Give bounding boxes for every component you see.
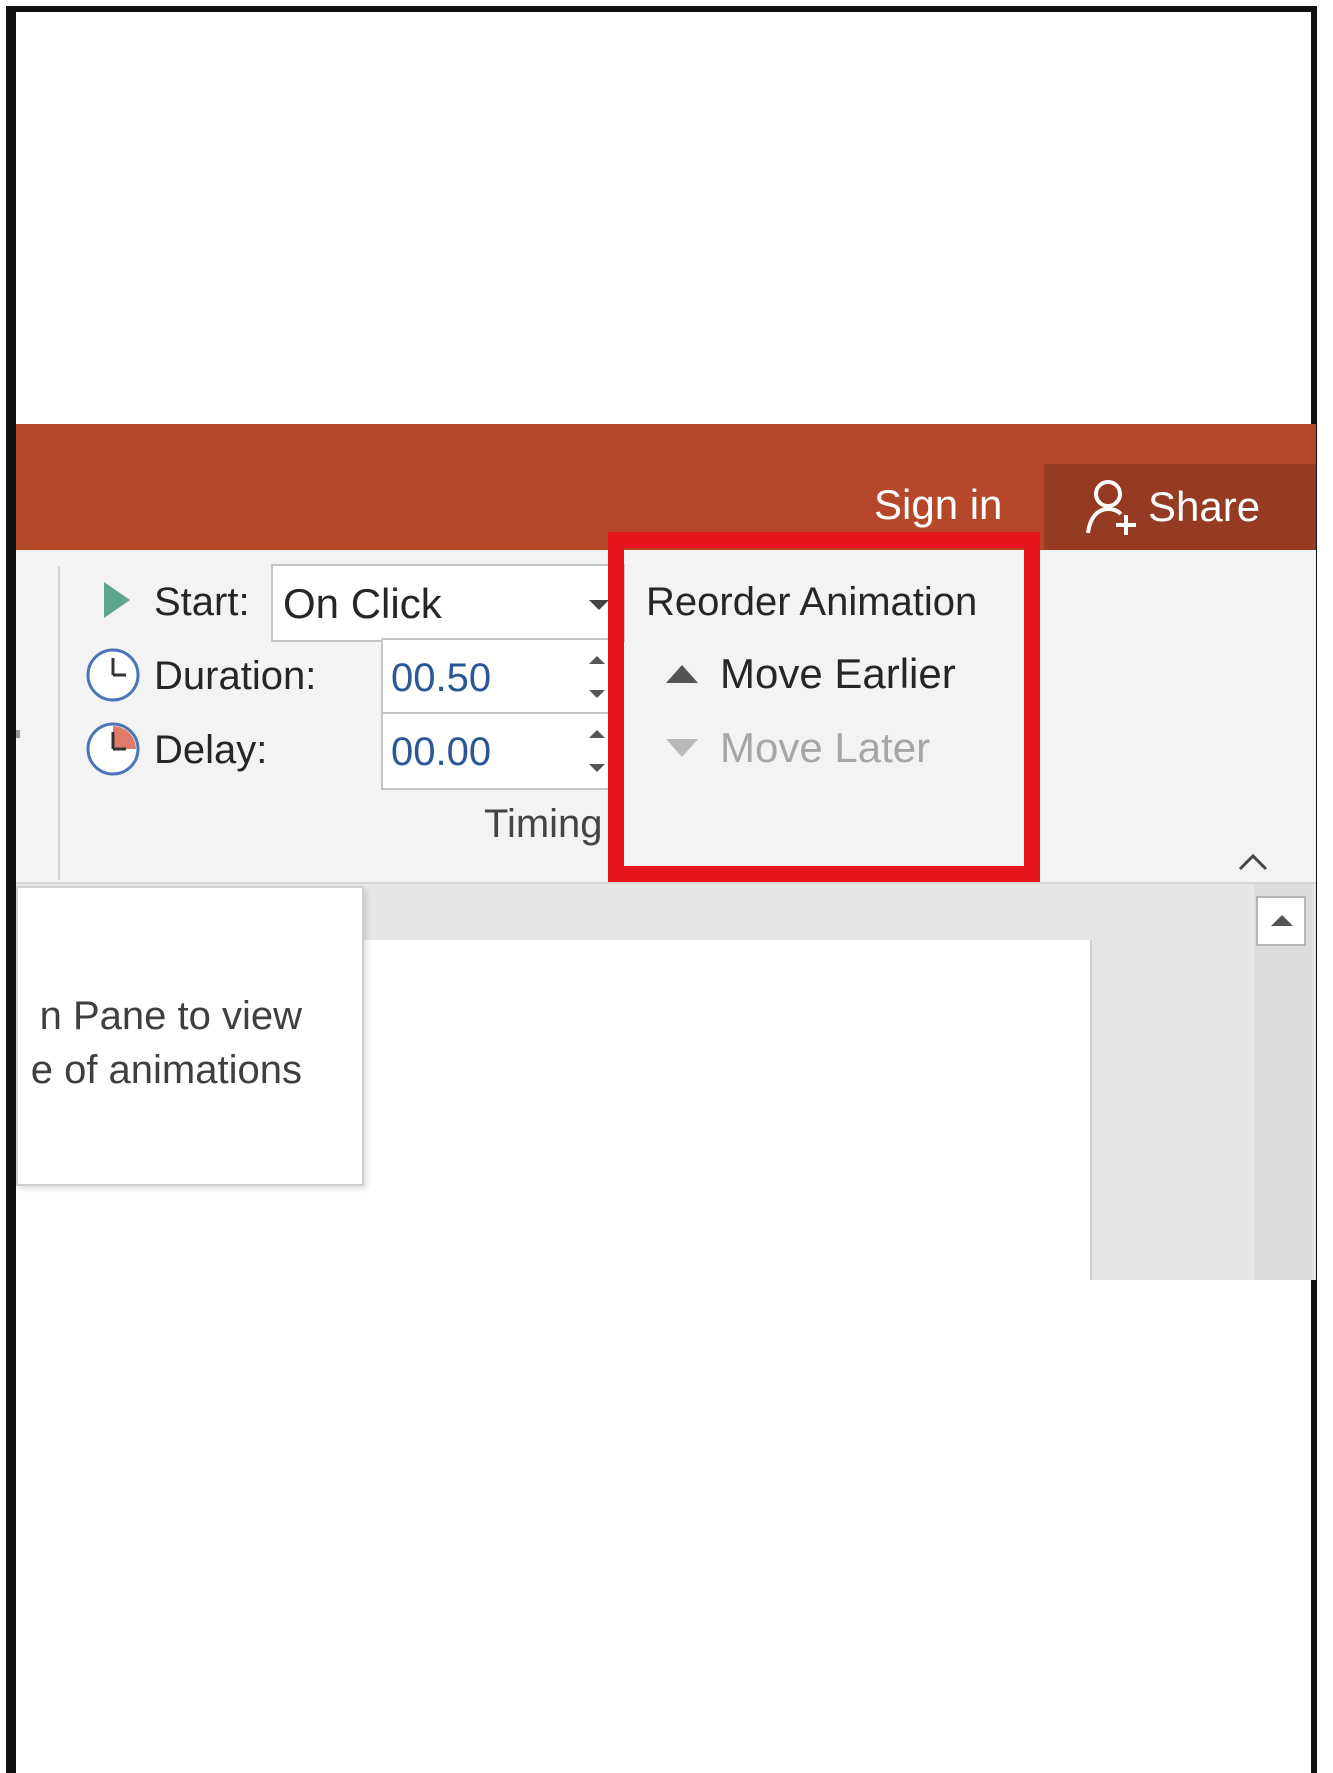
duration-increase-icon[interactable]	[589, 656, 605, 664]
ribbon-divider-tick	[16, 730, 20, 738]
scroll-up-icon	[1271, 915, 1293, 926]
delay-increase-icon[interactable]	[589, 730, 605, 738]
duration-input[interactable]	[389, 648, 563, 708]
play-icon	[104, 582, 130, 618]
start-label: Start:	[154, 580, 250, 624]
delay-label: Delay:	[154, 728, 268, 772]
tooltip-line-1: n Pane to view	[39, 994, 302, 1038]
sign-in-link[interactable]: Sign in	[874, 481, 1002, 529]
clock-icon	[86, 648, 140, 702]
tooltip-line-2: e of animations	[30, 1048, 302, 1092]
delay-clock-icon	[86, 722, 140, 776]
person-add-icon	[1086, 480, 1136, 535]
share-button[interactable]: Share	[1044, 464, 1316, 550]
slide-workspace: n Pane to view e of animations	[16, 884, 1316, 1280]
delay-spinner[interactable]	[381, 712, 621, 790]
duration-spinner[interactable]	[381, 638, 621, 716]
delay-input[interactable]	[389, 722, 563, 782]
start-dropdown[interactable]: On Click	[271, 564, 625, 642]
chevron-down-icon	[589, 600, 609, 610]
start-value: On Click	[283, 580, 442, 627]
scroll-up-button[interactable]	[1256, 896, 1306, 946]
timing-group-label: Timing	[484, 802, 603, 846]
share-label: Share	[1148, 483, 1261, 530]
duration-decrease-icon[interactable]	[589, 690, 605, 698]
reorder-highlight-box	[608, 532, 1040, 882]
collapse-ribbon-icon[interactable]	[1238, 852, 1268, 872]
animation-pane-tooltip: n Pane to view e of animations	[16, 886, 364, 1186]
ribbon-divider	[58, 566, 60, 880]
delay-decrease-icon[interactable]	[589, 764, 605, 772]
duration-label: Duration:	[154, 654, 317, 698]
